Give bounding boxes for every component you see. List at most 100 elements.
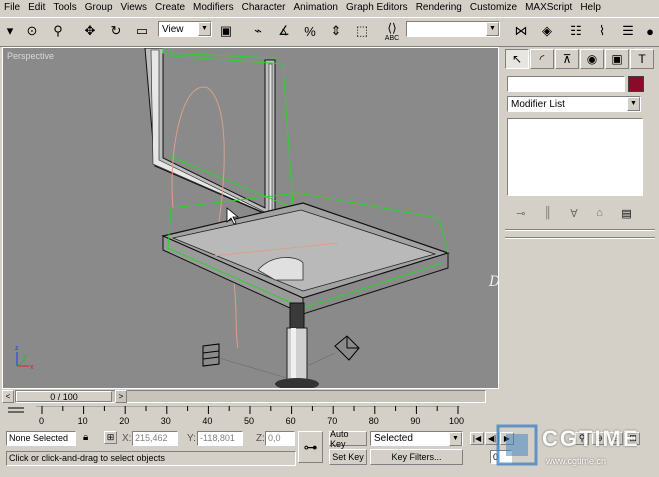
absolute-mode-toggle[interactable]: ⊞: [104, 431, 117, 444]
track-bar-tick-label: 70: [327, 416, 338, 426]
svg-text:x: x: [30, 364, 34, 371]
tab-hierarchy[interactable]: ⊼: [555, 49, 579, 69]
x-coord-field[interactable]: 215,462: [132, 431, 178, 446]
time-slider-prev-button[interactable]: <: [2, 390, 14, 403]
object-name-field[interactable]: [507, 76, 625, 92]
reference-coord-select[interactable]: View ▼: [158, 21, 212, 37]
motion-icon: ◉: [586, 52, 598, 66]
named-selection-icon[interactable]: ⬚: [352, 21, 372, 41]
menu-item-edit[interactable]: Edit: [24, 0, 49, 16]
spinner-snap-icon[interactable]: ⇕: [326, 21, 346, 41]
auto-key-button[interactable]: Auto Key: [329, 429, 367, 449]
menu-item-character[interactable]: Character: [238, 0, 290, 16]
x-label: X:: [122, 433, 132, 444]
menu-item-group[interactable]: Group: [81, 0, 117, 16]
key-icon: ⊶: [303, 438, 318, 455]
modifier-stack[interactable]: [507, 118, 643, 196]
menu-item-animation[interactable]: Animation: [290, 0, 342, 16]
menu-item-modifiers[interactable]: Modifiers: [189, 0, 238, 16]
snap-3d-icon[interactable]: ⌁: [248, 21, 268, 41]
pivot-center-icon[interactable]: ▣: [216, 21, 236, 41]
x-coord-value: 215,462: [135, 433, 168, 443]
tab-utilities[interactable]: T: [630, 49, 654, 69]
key-mode-select[interactable]: Selected ▼: [370, 431, 463, 446]
configure-modifier-sets-icon[interactable]: ▤: [621, 207, 631, 220]
pin-stack-icon[interactable]: ⊸: [516, 207, 525, 220]
watermark: CGTIME www.cgtime.cn: [490, 424, 658, 474]
time-slider-thumb[interactable]: 0 / 100: [16, 391, 112, 402]
scene-render: D x y z: [15, 48, 498, 388]
angle-snap-icon[interactable]: ∡: [274, 21, 294, 41]
make-unique-icon[interactable]: ∀: [570, 207, 578, 220]
y-label: Y:: [187, 433, 196, 444]
percent-snap-icon[interactable]: %: [300, 21, 320, 41]
set-key-button[interactable]: Set Key: [329, 449, 367, 465]
select-rotate-icon[interactable]: ↻: [106, 21, 126, 41]
menu-item-graph-editors[interactable]: Graph Editors: [342, 0, 412, 16]
align-icon[interactable]: ◈: [537, 21, 557, 41]
modifier-list-label: Modifier List: [511, 99, 565, 110]
track-bar-tick-label: 90: [410, 416, 421, 426]
menu-item-file[interactable]: File: [0, 0, 24, 16]
track-bar-tick-label: 10: [77, 416, 88, 426]
show-end-result-icon[interactable]: ║: [544, 207, 552, 219]
menu-item-create[interactable]: Create: [151, 0, 189, 16]
panel-divider: [505, 237, 655, 239]
menu-item-help[interactable]: Help: [576, 0, 605, 16]
utilities-icon: T: [638, 52, 646, 66]
track-bar-tick-label: 80: [368, 416, 379, 426]
goto-start-button[interactable]: |◀: [470, 432, 484, 445]
prompt-text: Click or click-and-drag to select object…: [9, 453, 166, 463]
key-filters-label: Key Filters...: [391, 452, 442, 462]
menu-item-maxscript[interactable]: MAXScript: [521, 0, 576, 16]
menu-item-rendering[interactable]: Rendering: [412, 0, 466, 16]
next-glyph: >: [118, 392, 124, 401]
goto-start-icon: |◀: [472, 434, 482, 443]
tab-display[interactable]: ▣: [605, 49, 629, 69]
time-slider-next-button[interactable]: >: [115, 390, 127, 403]
y-coord-field[interactable]: -118,801: [197, 431, 243, 446]
set-key-icon-button[interactable]: ⊶: [298, 431, 323, 463]
edit-named-selection-button[interactable]: ⟨⟩ ABC: [380, 21, 404, 42]
named-selection-sets-select[interactable]: ▼: [406, 21, 500, 37]
menu-item-customize[interactable]: Customize: [466, 0, 521, 16]
bind-space-warp-icon[interactable]: ⚲: [48, 21, 68, 41]
modify-icon: ◜: [539, 52, 545, 66]
chevron-down-icon: ▼: [486, 22, 499, 36]
tab-create[interactable]: ↖: [505, 49, 529, 69]
menu-item-tools[interactable]: Tools: [49, 0, 80, 16]
toolbar-dropdown-icon[interactable]: ▾: [3, 21, 17, 41]
z-coord-field[interactable]: 0,0: [265, 431, 295, 446]
modifier-list-select[interactable]: Modifier List ▼: [507, 96, 641, 112]
svg-text:z: z: [15, 345, 19, 352]
layer-manager-icon[interactable]: ☷: [566, 21, 586, 41]
lock-selection-icon[interactable]: 🔒︎: [83, 432, 88, 443]
select-move-icon[interactable]: ✥: [80, 21, 100, 41]
track-bar-tick-label: 0: [39, 416, 45, 426]
y-coord-value: -118,801: [200, 433, 235, 443]
watermark-brand: CGTIME: [542, 426, 640, 451]
mirror-icon[interactable]: ⋈: [511, 21, 531, 41]
main-toolbar: ▾ ⊙ ⚲ ✥ ↻ ▭ View ▼ ▣ ⌁ ∡ % ⇕ ⬚ ⟨⟩ ABC ▼ …: [0, 17, 659, 47]
hierarchy-icon: ⊼: [562, 52, 572, 66]
schematic-view-icon[interactable]: ☰: [618, 21, 638, 41]
tab-motion[interactable]: ◉: [580, 49, 604, 69]
perspective-viewport[interactable]: Perspective D x y z: [2, 47, 499, 389]
key-filters-button[interactable]: Key Filters...: [370, 449, 463, 465]
remove-modifier-icon[interactable]: ⌂: [596, 207, 603, 219]
panel-divider: [505, 229, 655, 231]
select-scale-icon[interactable]: ▭: [132, 21, 152, 41]
tab-modify[interactable]: ◜: [530, 49, 554, 69]
curve-editor-icon[interactable]: ⌇: [592, 21, 612, 41]
menu-item-views[interactable]: Views: [117, 0, 152, 16]
svg-text:y: y: [23, 353, 27, 360]
track-bar[interactable]: 0 10 20 30 40 50 60 70 80 90 100: [0, 406, 499, 428]
object-color-swatch[interactable]: [628, 76, 644, 92]
track-bar-tick-label: 60: [285, 416, 296, 426]
material-editor-icon[interactable]: ●: [640, 21, 659, 41]
track-bar-tick-label: 30: [160, 416, 171, 426]
time-slider-track[interactable]: 0 / 100: [15, 390, 486, 403]
select-link-icon[interactable]: ⊙: [22, 21, 42, 41]
display-icon: ▣: [611, 52, 623, 66]
track-bar-tick-label: 100: [449, 416, 465, 426]
